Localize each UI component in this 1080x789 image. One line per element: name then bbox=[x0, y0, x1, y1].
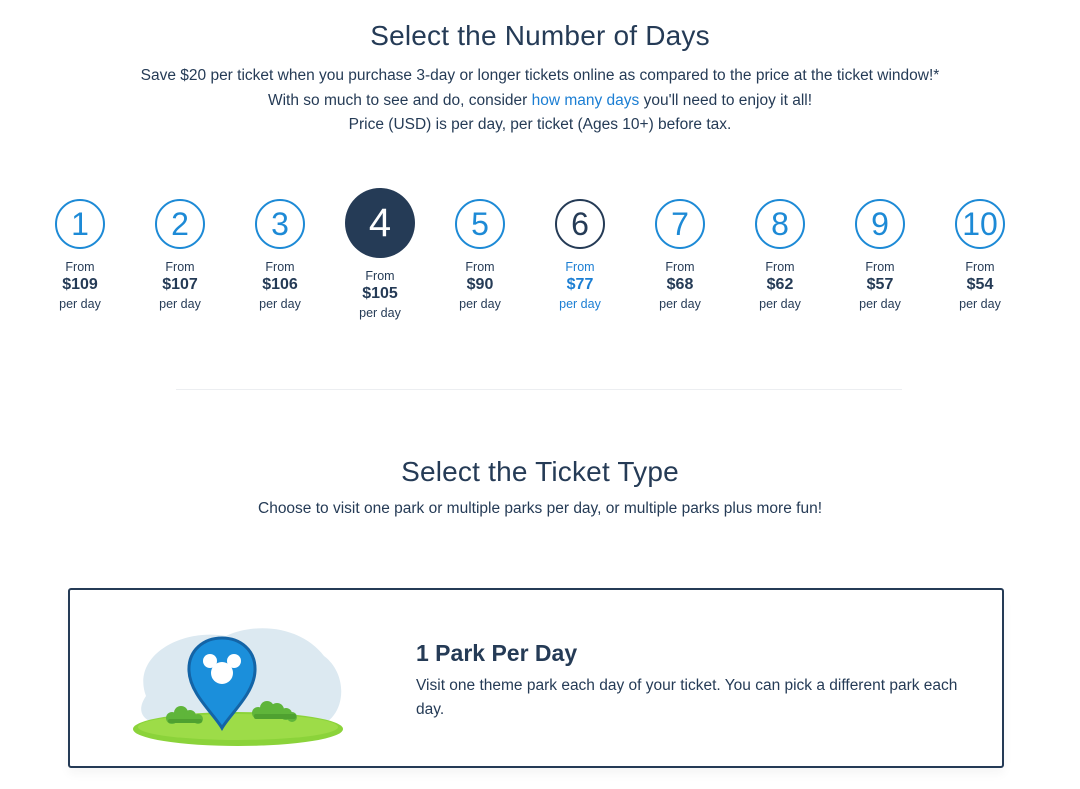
per-day-label: per day bbox=[659, 297, 701, 311]
from-label: From bbox=[265, 260, 295, 274]
day-option-7[interactable]: 7 From $68 per day bbox=[635, 188, 725, 311]
section-divider bbox=[176, 389, 902, 390]
per-day-label: per day bbox=[159, 297, 201, 311]
card-title: 1 Park Per Day bbox=[416, 640, 578, 666]
from-label: From bbox=[65, 260, 95, 274]
days-intro-line1: Save $20 per ticket when you purchase 3-… bbox=[140, 64, 940, 113]
card-description: Visit one theme park each day of your ti… bbox=[416, 677, 958, 718]
per-day-label: per day bbox=[559, 297, 601, 311]
day-price: $109 bbox=[62, 276, 98, 293]
day-number-circle[interactable]: 7 bbox=[655, 199, 705, 249]
location-pin-icon bbox=[133, 628, 343, 746]
day-number-circle[interactable]: 5 bbox=[455, 199, 505, 249]
day-option-5[interactable]: 5 From $90 per day bbox=[435, 188, 525, 311]
ticket-type-card-1-park[interactable]: 1 Park Per Day Visit one theme park each… bbox=[68, 588, 1004, 768]
day-number-circle[interactable]: 8 bbox=[755, 199, 805, 249]
day-selector: 1 From $109 per day 2 From $107 per day … bbox=[0, 188, 1080, 338]
day-price: $107 bbox=[162, 276, 198, 293]
day-number-circle[interactable]: 2 bbox=[155, 199, 205, 249]
day-price: $77 bbox=[566, 276, 594, 293]
day-number-circle[interactable]: 3 bbox=[255, 199, 305, 249]
ticket-section-subtitle: Choose to visit one park or multiple par… bbox=[258, 500, 822, 517]
per-day-label: per day bbox=[959, 297, 1001, 311]
day-price: $62 bbox=[766, 276, 794, 293]
day-option-3[interactable]: 3 From $106 per day bbox=[235, 188, 325, 311]
day-option-10[interactable]: 10 From $54 per day bbox=[935, 188, 1025, 311]
intro-text-end: you'll need to enjoy it all! bbox=[639, 91, 813, 109]
day-price: $105 bbox=[362, 285, 398, 302]
day-number-circle[interactable]: 6 bbox=[555, 199, 605, 249]
day-price: $57 bbox=[866, 276, 894, 293]
from-label: From bbox=[165, 260, 195, 274]
day-number-circle[interactable]: 10 bbox=[955, 199, 1005, 249]
per-day-label: per day bbox=[59, 297, 101, 311]
day-option-4-selected[interactable]: 4 From $105 per day bbox=[335, 188, 425, 320]
days-section-title: Select the Number of Days bbox=[370, 20, 710, 51]
per-day-label: per day bbox=[759, 297, 801, 311]
per-day-label: per day bbox=[859, 297, 901, 311]
per-day-label: per day bbox=[459, 297, 501, 311]
day-price: $68 bbox=[666, 276, 694, 293]
park-illustration bbox=[126, 616, 356, 756]
day-price: $90 bbox=[466, 276, 494, 293]
from-label: From bbox=[765, 260, 795, 274]
day-option-1[interactable]: 1 From $109 per day bbox=[35, 188, 125, 311]
day-number-circle[interactable]: 9 bbox=[855, 199, 905, 249]
days-intro: Save $20 per ticket when you purchase 3-… bbox=[140, 64, 940, 138]
from-label: From bbox=[865, 260, 895, 274]
from-label: From bbox=[465, 260, 495, 274]
day-number-circle[interactable]: 1 bbox=[55, 199, 105, 249]
per-day-label: per day bbox=[359, 306, 401, 320]
from-label: From bbox=[665, 260, 695, 274]
day-option-2[interactable]: 2 From $107 per day bbox=[135, 188, 225, 311]
from-label: From bbox=[565, 260, 595, 274]
day-option-6-hovered[interactable]: 6 From $77 per day bbox=[535, 188, 625, 311]
day-number-circle[interactable]: 4 bbox=[345, 188, 415, 258]
from-label: From bbox=[965, 260, 995, 274]
day-price: $106 bbox=[262, 276, 298, 293]
from-label: From bbox=[365, 269, 395, 283]
day-option-8[interactable]: 8 From $62 per day bbox=[735, 188, 825, 311]
day-option-9[interactable]: 9 From $57 per day bbox=[835, 188, 925, 311]
ticket-section-title: Select the Ticket Type bbox=[401, 456, 679, 487]
how-many-days-link[interactable]: how many days bbox=[532, 92, 640, 109]
price-note: Price (USD) is per day, per ticket (Ages… bbox=[348, 116, 732, 133]
per-day-label: per day bbox=[259, 297, 301, 311]
day-price: $54 bbox=[966, 276, 994, 293]
